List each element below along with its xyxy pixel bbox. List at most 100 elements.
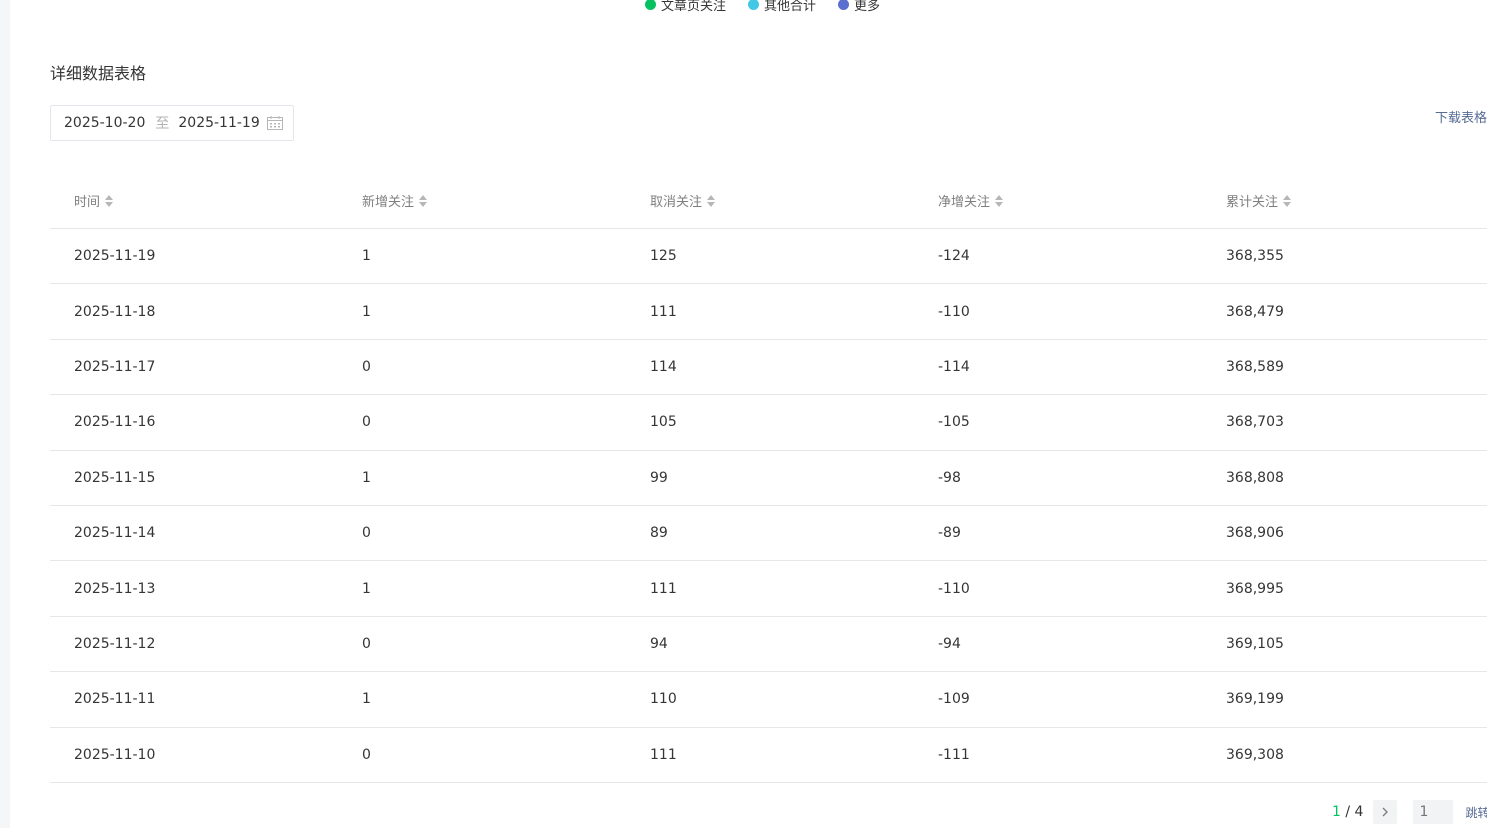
legend-dot <box>645 0 656 10</box>
table-row: 2025-11-19 1 125 -124 368,355 <box>50 228 1487 285</box>
cell-new-follow: 0 <box>338 394 626 451</box>
table-header-row: 时间 新增关注 取消关注 净增关注 累计关注 <box>50 173 1487 229</box>
cell-unfollow: 89 <box>626 505 914 562</box>
legend-label: 更多 <box>854 0 881 14</box>
cell-new-follow: 1 <box>338 671 626 728</box>
data-table: 时间 新增关注 取消关注 净增关注 累计关注 2025-11-19 1 125 … <box>50 173 1487 783</box>
date-end[interactable]: 2025-11-19 <box>178 115 259 131</box>
legend-item-other[interactable]: 其他合计 <box>748 0 816 14</box>
column-header-label: 新增关注 <box>362 195 415 210</box>
cell-unfollow: 111 <box>626 283 914 340</box>
table-row: 2025-11-13 1 111 -110 368,995 <box>50 560 1487 617</box>
column-header-total-follow[interactable]: 累计关注 <box>1202 173 1487 229</box>
section-title: 详细数据表格 <box>50 64 147 83</box>
table-row: 2025-11-15 1 99 -98 368,808 <box>50 450 1487 506</box>
download-table-link[interactable]: 下载表格 <box>1435 107 1487 126</box>
cell-new-follow: 0 <box>338 616 626 673</box>
cell-time: 2025-11-15 <box>50 450 338 506</box>
legend-item-more[interactable]: 更多 <box>838 0 880 14</box>
column-header-label: 取消关注 <box>650 195 703 210</box>
cell-unfollow: 111 <box>626 727 914 783</box>
cell-unfollow: 125 <box>626 228 914 285</box>
legend-item-article[interactable]: 文章页关注 <box>645 0 726 14</box>
cell-time: 2025-11-12 <box>50 616 338 673</box>
chevron-right-icon <box>1382 807 1389 817</box>
date-range-picker[interactable]: 2025-10-20 至 2025-11-19 <box>50 105 294 141</box>
cell-time: 2025-11-17 <box>50 339 338 396</box>
sort-icon[interactable] <box>994 193 1004 209</box>
cell-time: 2025-11-11 <box>50 671 338 728</box>
page-container: 文章页关注 其他合计 更多 详细数据表格 2025-10-20 至 2025-1… <box>10 0 1487 828</box>
legend-label: 其他合计 <box>764 0 817 14</box>
cell-time: 2025-11-14 <box>50 505 338 562</box>
date-start[interactable]: 2025-10-20 <box>64 115 145 131</box>
cell-unfollow: 94 <box>626 616 914 673</box>
cell-total-follow: 369,105 <box>1202 616 1487 673</box>
cell-net-follow: -98 <box>914 450 1202 506</box>
cell-time: 2025-11-18 <box>50 283 338 340</box>
cell-time: 2025-11-13 <box>50 560 338 617</box>
table-row: 2025-11-11 1 110 -109 369,199 <box>50 671 1487 728</box>
page-jump-input[interactable] <box>1413 800 1454 824</box>
page-separator: / <box>1340 804 1355 820</box>
cell-time: 2025-11-19 <box>50 228 338 285</box>
cell-new-follow: 1 <box>338 560 626 617</box>
table-row: 2025-11-12 0 94 -94 369,105 <box>50 616 1487 673</box>
column-header-new-follow[interactable]: 新增关注 <box>338 173 626 229</box>
page-total: 4 <box>1354 804 1364 820</box>
column-header-net-follow[interactable]: 净增关注 <box>914 173 1202 229</box>
cell-net-follow: -94 <box>914 616 1202 673</box>
cell-total-follow: 368,589 <box>1202 339 1487 396</box>
sort-icon[interactable] <box>1282 193 1292 209</box>
cell-net-follow: -111 <box>914 727 1202 783</box>
table-row: 2025-11-14 0 89 -89 368,906 <box>50 505 1487 562</box>
sort-icon[interactable] <box>418 193 428 209</box>
cell-new-follow: 0 <box>338 727 626 783</box>
chart-legend: 文章页关注 其他合计 更多 <box>645 0 880 14</box>
cell-new-follow: 1 <box>338 283 626 340</box>
cell-new-follow: 0 <box>338 339 626 396</box>
cell-total-follow: 369,199 <box>1202 671 1487 728</box>
legend-dot <box>838 0 850 10</box>
cell-time: 2025-11-10 <box>50 727 338 783</box>
cell-net-follow: -124 <box>914 228 1202 285</box>
cell-total-follow: 368,906 <box>1202 505 1487 562</box>
column-header-label: 净增关注 <box>938 195 991 210</box>
pagination: 1 / 4 跳转 <box>1332 800 1487 824</box>
cell-total-follow: 368,808 <box>1202 450 1487 506</box>
table-row: 2025-11-18 1 111 -110 368,479 <box>50 283 1487 340</box>
cell-new-follow: 1 <box>338 450 626 506</box>
next-page-button[interactable] <box>1373 800 1398 824</box>
cell-time: 2025-11-16 <box>50 394 338 451</box>
cell-total-follow: 368,995 <box>1202 560 1487 617</box>
cell-net-follow: -110 <box>914 560 1202 617</box>
cell-new-follow: 1 <box>338 228 626 285</box>
cell-total-follow: 369,308 <box>1202 727 1487 783</box>
cell-unfollow: 111 <box>626 560 914 617</box>
jump-button[interactable]: 跳转 <box>1465 804 1487 821</box>
cell-net-follow: -109 <box>914 671 1202 728</box>
column-header-unfollow[interactable]: 取消关注 <box>626 173 914 229</box>
sort-icon[interactable] <box>104 193 114 209</box>
column-header-label: 累计关注 <box>1226 195 1279 210</box>
calendar-icon[interactable] <box>267 116 283 130</box>
table-row: 2025-11-10 0 111 -111 369,308 <box>50 727 1487 783</box>
legend-label: 文章页关注 <box>661 0 727 14</box>
cell-net-follow: -105 <box>914 394 1202 451</box>
cell-total-follow: 368,479 <box>1202 283 1487 340</box>
cell-unfollow: 99 <box>626 450 914 506</box>
table-row: 2025-11-17 0 114 -114 368,589 <box>50 339 1487 396</box>
column-header-label: 时间 <box>74 195 101 210</box>
cell-net-follow: -110 <box>914 283 1202 340</box>
page-current: 1 <box>1332 804 1341 820</box>
date-separator: 至 <box>155 116 170 132</box>
table-row: 2025-11-16 0 105 -105 368,703 <box>50 394 1487 451</box>
cell-net-follow: -114 <box>914 339 1202 396</box>
sort-icon[interactable] <box>706 193 716 209</box>
cell-net-follow: -89 <box>914 505 1202 562</box>
cell-unfollow: 114 <box>626 339 914 396</box>
legend-dot <box>748 0 760 10</box>
cell-total-follow: 368,703 <box>1202 394 1487 451</box>
column-header-time[interactable]: 时间 <box>50 173 338 229</box>
cell-unfollow: 110 <box>626 671 914 728</box>
